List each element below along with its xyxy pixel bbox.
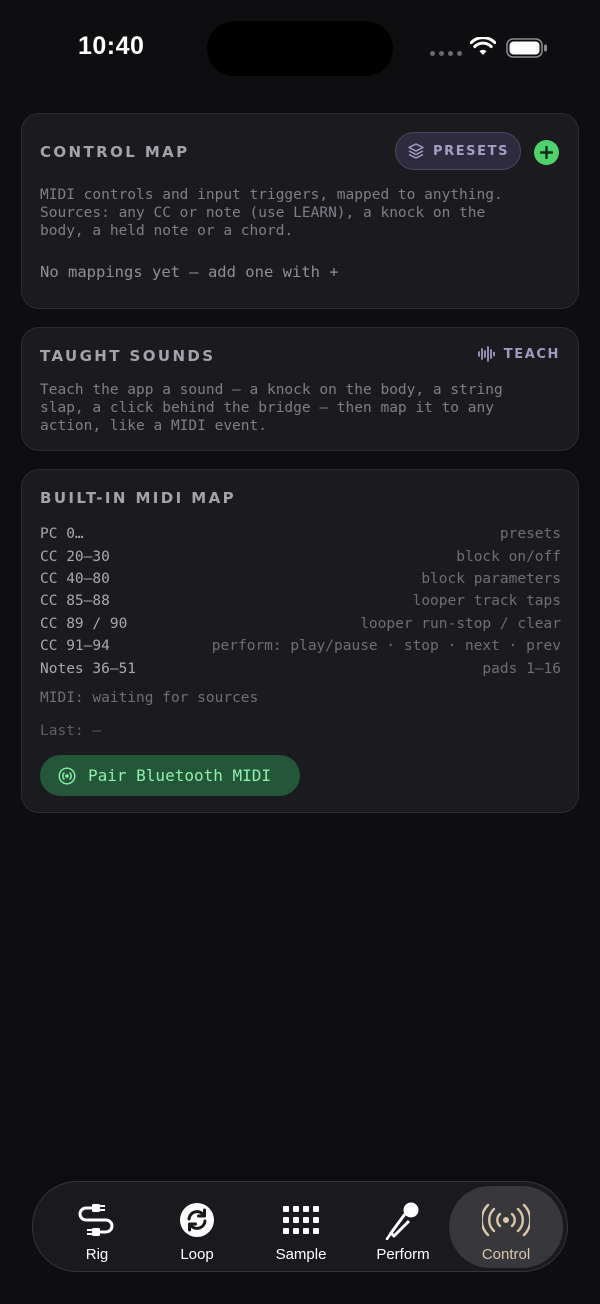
teach-button[interactable]: TEACH <box>477 346 560 362</box>
midi-map-row: CC 85–88 looper track taps <box>40 590 561 612</box>
midi-map-value: looper track taps <box>412 593 561 610</box>
tab-rig-label: Rig <box>85 1246 109 1263</box>
cable-icon <box>78 1204 114 1236</box>
battery-icon <box>506 38 547 58</box>
midi-map-key: CC 85–88 <box>40 593 110 610</box>
control-map-title: CONTROL MAP <box>40 143 190 161</box>
midi-map-key: CC 89 / 90 <box>40 615 128 632</box>
midi-map-row: Notes 36–51 pads 1–16 <box>40 657 561 679</box>
cellular-signal-icon <box>430 51 462 56</box>
midi-map-value: block parameters <box>421 570 561 587</box>
tab-perform-label: Perform <box>376 1246 430 1263</box>
plus-icon <box>540 146 553 159</box>
taught-sounds-title: TAUGHT SOUNDS <box>40 347 216 365</box>
midi-map-key: CC 20–30 <box>40 548 110 565</box>
midi-map-value: perform: play/pause · stop · next · prev <box>211 638 561 655</box>
dynamic-island <box>207 21 393 76</box>
midi-map-row: CC 89 / 90 looper run-stop / clear <box>40 613 561 635</box>
midi-map-key: CC 91–94 <box>40 638 110 655</box>
pair-bluetooth-midi-button[interactable]: Pair Bluetooth MIDI <box>40 755 300 796</box>
taught-sounds-card: TAUGHT SOUNDS TEACH Teach the app a soun… <box>21 327 579 451</box>
midi-map-value: block on/off <box>456 548 561 565</box>
status-time: 10:40 <box>78 32 145 60</box>
midi-map-key: CC 40–80 <box>40 570 110 587</box>
midi-map-value: presets <box>499 526 561 543</box>
layers-icon <box>408 143 424 159</box>
control-screen: 10:40 CONTROL MAP PRESETS MIDI controls … <box>0 0 600 1304</box>
midi-last-event: Last: — <box>40 723 102 739</box>
tab-rig[interactable]: Rig <box>51 1186 143 1268</box>
tab-control-label: Control <box>481 1246 531 1263</box>
taught-sounds-description: Teach the app a sound — a knock on the b… <box>40 382 503 434</box>
tab-loop-label: Loop <box>180 1246 214 1263</box>
empty-mappings-message: No mappings yet — add one with + <box>40 263 339 281</box>
teach-label: TEACH <box>503 346 560 362</box>
tab-sample[interactable]: Sample <box>255 1186 347 1268</box>
midi-map-title: BUILT-IN MIDI MAP <box>40 489 236 507</box>
presets-label: PRESETS <box>432 143 510 159</box>
pair-bluetooth-label: Pair Bluetooth MIDI <box>88 766 272 785</box>
midi-status-text: MIDI: waiting for sources <box>40 690 259 706</box>
midi-map-value: pads 1–16 <box>482 660 561 677</box>
midi-map-row: CC 20–30 block on/off <box>40 545 561 567</box>
tab-sample-label: Sample <box>275 1246 327 1263</box>
midi-map-key: Notes 36–51 <box>40 660 137 677</box>
midi-map-key: PC 0… <box>40 526 84 543</box>
tab-bar: Rig Loop Sample Perform Control <box>32 1181 568 1272</box>
waveform-icon <box>477 346 495 362</box>
midi-map-row: PC 0… presets <box>40 523 561 545</box>
microphone-icon <box>385 1202 419 1240</box>
tab-perform[interactable]: Perform <box>357 1186 449 1268</box>
grid-icon <box>283 1206 319 1234</box>
control-map-description: MIDI controls and input triggers, mapped… <box>40 187 503 239</box>
broadcast-icon <box>482 1203 530 1237</box>
tab-control[interactable]: Control <box>449 1186 563 1268</box>
midi-map-value: looper run-stop / clear <box>360 615 561 632</box>
midi-map-card: BUILT-IN MIDI MAP PC 0… presets CC 20–30… <box>21 469 579 813</box>
midi-map-row: CC 91–94 perform: play/pause · stop · ne… <box>40 635 561 657</box>
add-mapping-button[interactable] <box>534 140 559 165</box>
midi-map-row: CC 40–80 block parameters <box>40 568 561 590</box>
midi-map-list: PC 0… presets CC 20–30 block on/off CC 4… <box>40 523 561 680</box>
presets-button[interactable]: PRESETS <box>395 132 521 170</box>
status-bar: 10:40 <box>0 0 600 96</box>
tab-loop[interactable]: Loop <box>151 1186 243 1268</box>
loop-icon <box>180 1203 214 1237</box>
wifi-icon <box>470 37 496 55</box>
control-map-card: CONTROL MAP PRESETS MIDI controls and in… <box>21 113 579 309</box>
bluetooth-signal-icon <box>58 766 76 785</box>
